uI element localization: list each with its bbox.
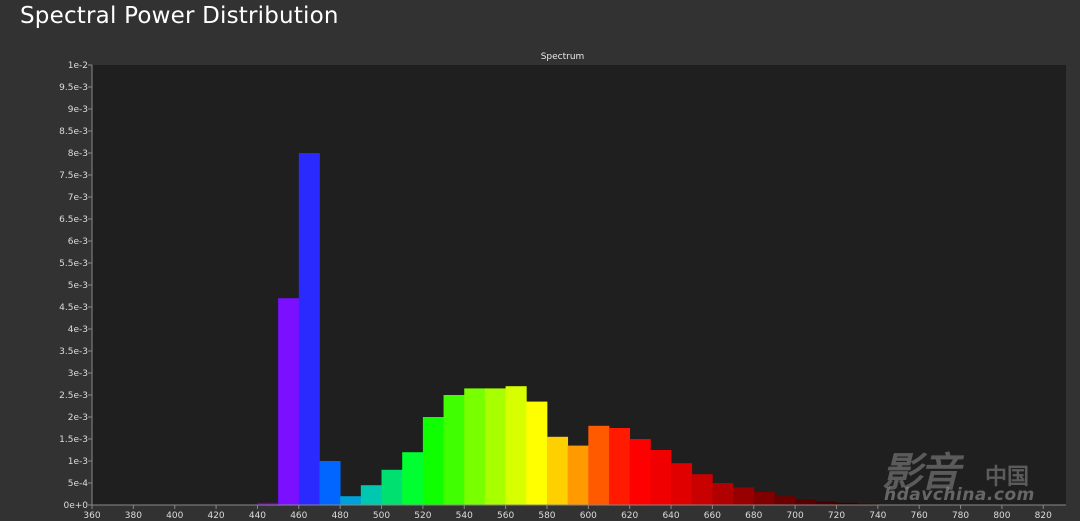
y-tick-label: 7e-3 xyxy=(68,193,88,203)
x-tick-label: 500 xyxy=(373,511,390,521)
spectrum-bar-550 xyxy=(484,388,506,505)
spectrum-bar-490 xyxy=(360,485,382,505)
y-tick-label: 1e-3 xyxy=(68,457,88,467)
x-tick-label: 800 xyxy=(993,511,1010,521)
x-tick-label: 380 xyxy=(125,511,142,521)
x-tick-label: 480 xyxy=(332,511,349,521)
spectrum-bar-500 xyxy=(381,469,403,505)
spectrum-bar-540 xyxy=(464,388,486,505)
x-tick-label: 360 xyxy=(83,511,100,521)
spectrum-bar-530 xyxy=(443,395,465,505)
y-tick-label: 2.5e-3 xyxy=(59,391,88,401)
spectrum-bar-710 xyxy=(815,501,837,505)
x-tick-label: 760 xyxy=(911,511,928,521)
x-tick-label: 580 xyxy=(538,511,555,521)
spectrum-bar-590 xyxy=(567,445,589,505)
spectrum-bar-680 xyxy=(753,491,775,505)
y-tick-label: 8e-3 xyxy=(68,149,88,159)
x-tick-label: 540 xyxy=(456,511,473,521)
x-tick-label: 820 xyxy=(1035,511,1052,521)
x-tick-label: 460 xyxy=(290,511,307,521)
spectrum-bar-620 xyxy=(629,439,651,505)
spectrum-bar-470 xyxy=(319,461,341,505)
spectrum-bar-460 xyxy=(298,153,320,505)
spectrum-bar-450 xyxy=(278,298,300,505)
x-tick-label: 420 xyxy=(207,511,224,521)
spectrum-bar-610 xyxy=(609,428,631,505)
watermark-url: hdavchina.com xyxy=(884,485,1035,505)
spectrum-bar-670 xyxy=(733,487,755,505)
x-tick-label: 520 xyxy=(414,511,431,521)
y-tick-label: 4.5e-3 xyxy=(59,303,88,313)
x-tick-label: 660 xyxy=(704,511,721,521)
y-tick-label: 5.5e-3 xyxy=(59,259,88,269)
spectrum-bar-510 xyxy=(402,452,424,505)
y-tick-label: 5e-4 xyxy=(68,479,89,489)
x-tick-label: 440 xyxy=(249,511,266,521)
x-tick-label: 700 xyxy=(787,511,804,521)
y-tick-label: 1e-2 xyxy=(68,61,88,71)
spectrum-bar-560 xyxy=(505,386,527,505)
y-tick-label: 2e-3 xyxy=(68,413,88,423)
y-tick-label: 3.5e-3 xyxy=(59,347,88,357)
y-tick-label: 9e-3 xyxy=(68,105,88,115)
x-tick-label: 620 xyxy=(621,511,638,521)
spectrum-bar-570 xyxy=(526,401,548,505)
x-tick-label: 780 xyxy=(952,511,969,521)
spectrum-bar-650 xyxy=(691,474,713,505)
spectrum-bar-700 xyxy=(795,499,817,505)
y-tick-label: 6e-3 xyxy=(68,237,88,247)
spectrum-bar-660 xyxy=(712,483,734,505)
y-tick-label: 3e-3 xyxy=(68,369,88,379)
spectrum-bar-690 xyxy=(774,496,796,505)
y-tick-label: 1.5e-3 xyxy=(59,435,88,445)
y-tick-label: 6.5e-3 xyxy=(59,215,88,225)
spectrum-bar-580 xyxy=(546,436,569,505)
plot-area xyxy=(92,65,1066,505)
spectrum-bar-640 xyxy=(671,463,693,505)
y-tick-label: 7.5e-3 xyxy=(59,171,88,181)
spectrum-bar-520 xyxy=(422,417,444,505)
y-tick-label: 8.5e-3 xyxy=(59,127,88,137)
x-tick-label: 560 xyxy=(497,511,514,521)
x-tick-label: 740 xyxy=(869,511,886,521)
spectrum-bar-480 xyxy=(340,496,362,505)
y-tick-label: 5e-3 xyxy=(68,281,88,291)
y-tick-label: 4e-3 xyxy=(68,325,88,335)
spectrum-bar-600 xyxy=(588,425,610,505)
x-tick-label: 720 xyxy=(828,511,845,521)
x-tick-label: 400 xyxy=(166,511,183,521)
x-tick-label: 640 xyxy=(662,511,679,521)
x-tick-label: 600 xyxy=(580,511,597,521)
x-tick-label: 680 xyxy=(745,511,762,521)
spectrum-bar-630 xyxy=(650,450,672,505)
y-tick-label: 9.5e-3 xyxy=(59,83,88,93)
y-tick-label: 0e+0 xyxy=(63,501,88,511)
